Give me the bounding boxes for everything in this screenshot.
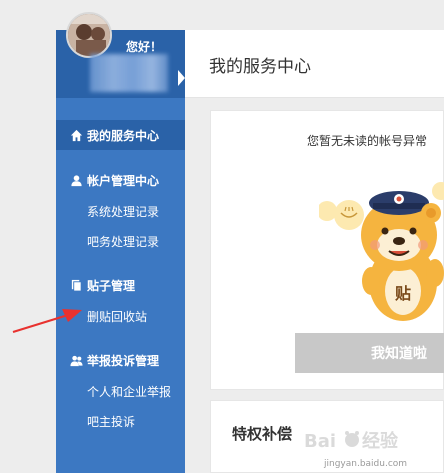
notice-card: 您暂无未读的帐号异常 贴 我知道啦: [210, 110, 444, 390]
nav-system-records[interactable]: 系统处理记录: [87, 203, 159, 220]
notice-message: 您暂无未读的帐号异常: [307, 134, 428, 148]
nav-service-center[interactable]: 我的服务中心: [70, 127, 159, 144]
svg-text:Bai: Bai: [304, 431, 336, 452]
nav-service-center-label: 我的服务中心: [87, 129, 160, 143]
document-icon: [71, 279, 82, 292]
nav-report-management-label: 举报投诉管理: [87, 354, 160, 368]
sidebar: 您好！ 我的服务中心 帐户管理中心 系统处理记录 吧务处理记录 贴子管理 删贴回…: [56, 12, 185, 473]
nav-report-management[interactable]: 举报投诉管理: [70, 352, 159, 369]
home-icon: [70, 129, 83, 142]
privilege-title: 特权补偿: [232, 425, 293, 443]
main-header: 我的服务中心: [185, 30, 444, 98]
page-title: 我的服务中心: [209, 57, 311, 77]
nav-post-management[interactable]: 贴子管理: [70, 277, 135, 294]
nav-owner-complaint[interactable]: 吧主投诉: [87, 413, 135, 430]
users-icon: [70, 355, 83, 367]
bear-mascot-illustration: 贴: [319, 182, 444, 321]
nav-recycle-bin[interactable]: 删贴回收站: [87, 308, 147, 325]
nav-account-center-label: 帐户管理中心: [87, 174, 160, 188]
nav-bar-records[interactable]: 吧务处理记录: [87, 233, 159, 250]
svg-text:经验: 经验: [362, 430, 399, 452]
greeting-text: 您好！: [126, 40, 163, 54]
nav-personal-report[interactable]: 个人和企业举报: [87, 383, 171, 400]
profile-pointer: [178, 70, 185, 86]
avatar[interactable]: [66, 12, 112, 58]
user-icon: [71, 175, 82, 187]
sidebar-profile: 您好！: [56, 12, 185, 98]
watermark-url: jingyan.baidu.com: [324, 459, 408, 469]
acknowledge-button[interactable]: 我知道啦: [295, 333, 444, 373]
username-blurred: [90, 54, 168, 92]
annotation-arrow: [12, 309, 82, 334]
nav-post-management-label: 贴子管理: [87, 279, 136, 293]
nav-account-center[interactable]: 帐户管理中心: [70, 172, 159, 189]
svg-text:贴: 贴: [395, 284, 411, 303]
